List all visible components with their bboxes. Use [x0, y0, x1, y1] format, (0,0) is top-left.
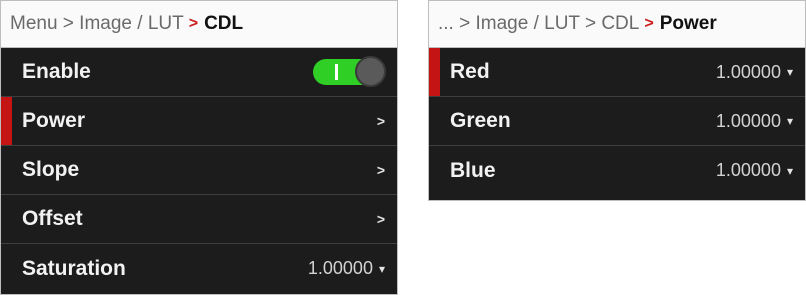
chevron-down-icon[interactable]: ▾: [787, 65, 793, 79]
menu-item-label: Enable: [22, 60, 91, 83]
chevron-down-icon[interactable]: ▾: [379, 262, 385, 276]
power-menu-panel: ... > Image / LUT > CDL > Power Red 1.00…: [428, 0, 806, 201]
green-value[interactable]: 1.00000: [716, 111, 781, 132]
breadcrumb-path[interactable]: Menu > Image / LUT: [10, 13, 184, 35]
menu-item-enable[interactable]: Enable: [1, 48, 397, 97]
red-value[interactable]: 1.00000: [716, 62, 781, 83]
menu-item-saturation[interactable]: Saturation 1.00000 ▾: [1, 244, 397, 293]
menu-item-label: Blue: [450, 158, 496, 182]
breadcrumb-current: CDL: [204, 13, 244, 34]
breadcrumb: ... > Image / LUT > CDL > Power: [429, 1, 805, 48]
chevron-down-icon[interactable]: ▾: [787, 164, 793, 178]
chevron-right-icon: >: [376, 162, 385, 178]
breadcrumb-path[interactable]: ... > Image / LUT > CDL: [438, 13, 639, 35]
blue-value[interactable]: 1.00000: [716, 160, 781, 181]
menu-item-label: Saturation: [22, 256, 126, 280]
saturation-value[interactable]: 1.00000: [308, 258, 373, 279]
menu-item-label: Power: [22, 109, 86, 132]
menu-item-green[interactable]: Green 1.00000 ▾: [429, 97, 805, 146]
toggle-knob: [355, 56, 386, 87]
cdl-menu-panel: Menu > Image / LUT > CDL Enable Power > …: [0, 0, 398, 295]
menu-item-offset[interactable]: Offset >: [1, 195, 397, 244]
enable-toggle[interactable]: [313, 56, 386, 87]
breadcrumb-current: Power: [659, 13, 717, 34]
menu-item-label: Slope: [22, 158, 80, 181]
toggle-on-indicator-icon: [335, 64, 338, 80]
breadcrumb: Menu > Image / LUT > CDL: [1, 1, 397, 48]
menu-item-power[interactable]: Power >: [1, 97, 397, 146]
chevron-down-icon[interactable]: ▾: [787, 114, 793, 128]
menu-item-label: Green: [450, 109, 511, 132]
menu-item-red[interactable]: Red 1.00000 ▾: [429, 48, 805, 97]
breadcrumb-separator-icon: >: [188, 15, 199, 32]
menu-item-blue[interactable]: Blue 1.00000 ▾: [429, 146, 805, 195]
menu-item-slope[interactable]: Slope >: [1, 146, 397, 195]
menu-item-label: Offset: [22, 207, 83, 230]
chevron-right-icon: >: [376, 211, 385, 227]
menu-item-label: Red: [450, 60, 490, 83]
chevron-right-icon: >: [376, 113, 385, 129]
breadcrumb-separator-icon: >: [644, 15, 654, 32]
